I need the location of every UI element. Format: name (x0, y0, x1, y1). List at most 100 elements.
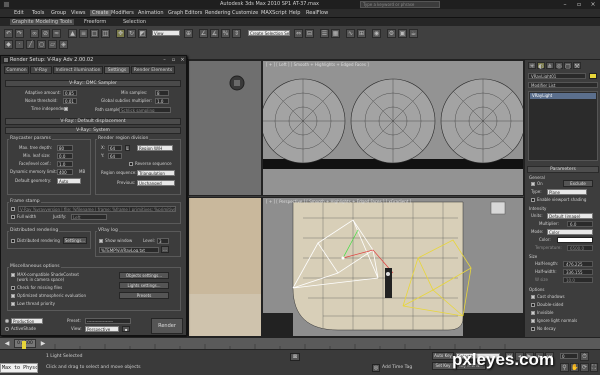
modify-tab-icon[interactable]: ◐ (537, 62, 545, 70)
menu-rendering[interactable]: Rendering (205, 10, 231, 16)
distributed-settings-button[interactable]: Settings... (63, 237, 87, 244)
objects-settings-button[interactable]: Objects settings... (119, 272, 169, 279)
reverse-sequence-checkbox[interactable] (129, 162, 133, 166)
pivot-center-icon[interactable]: ⊕ (184, 29, 193, 38)
angle-snap-icon[interactable]: ∡ (210, 29, 219, 38)
menu-graph-editors[interactable]: Graph Editors (168, 10, 202, 16)
material-editor-icon[interactable]: ◉ (372, 29, 381, 38)
redo-icon[interactable]: ↷ (15, 29, 24, 38)
menu-views[interactable]: Views (71, 10, 85, 16)
lock-selection-icon[interactable]: ⊠ (290, 353, 300, 361)
dialog-close-icon[interactable]: × (179, 57, 186, 63)
layer-manager-icon[interactable]: ☰ (320, 29, 329, 38)
enable-viewport-shading-checkbox[interactable] (531, 198, 535, 202)
y-input[interactable]: 64 (108, 153, 122, 159)
time-independent-checkbox[interactable] (64, 107, 68, 111)
menu-create[interactable]: Create (90, 10, 111, 16)
snap-toggle-icon[interactable]: ∠ (199, 29, 208, 38)
global-subdivs-input[interactable]: 1,0 (155, 98, 169, 104)
schematic-view-icon[interactable]: ⊞ (357, 29, 366, 38)
lights-settings-button[interactable]: Lights settings... (119, 282, 169, 289)
previous-dropdown[interactable]: Unchanged (137, 180, 175, 186)
max-compatible-checkbox[interactable] (11, 273, 15, 277)
render-button[interactable]: Render (151, 318, 183, 334)
window-crossing-icon[interactable]: ◫ (101, 29, 110, 38)
system-rollout[interactable]: V-Ray:: System (5, 127, 181, 134)
object-name-field[interactable]: VRayLight01 (528, 73, 586, 79)
spinner-snap-icon[interactable]: ⇕ (232, 29, 241, 38)
activeshade-radio[interactable] (5, 327, 9, 331)
polygon-modeling-icon[interactable]: ◆ (4, 40, 13, 49)
invisible-checkbox[interactable] (531, 311, 535, 315)
time-tag-icon[interactable]: ◎ (372, 364, 380, 372)
menu-group[interactable]: Group (51, 10, 66, 16)
preset-dropdown[interactable]: ------------------ (85, 318, 131, 324)
viewport-left[interactable]: [ + ] [ Left ] [ Smooth + Highlights + E… (262, 60, 524, 196)
undo-icon[interactable]: ↶ (4, 29, 13, 38)
region-sequence-dropdown[interactable]: Triangulation (137, 170, 175, 176)
region-wh-dropdown[interactable]: Region W/H (137, 145, 173, 151)
polygon-mode-icon[interactable]: ▱ (48, 40, 57, 49)
select-and-rotate-icon[interactable]: ↻ (127, 29, 136, 38)
menu-tools[interactable]: Tools (32, 10, 44, 16)
modifier-list-dropdown[interactable]: Modifier List (528, 82, 598, 88)
maxscript-listener[interactable]: Max to Physc (0, 363, 38, 373)
min-leaf-size-input[interactable]: 0,0 (57, 153, 73, 159)
utilities-tab-icon[interactable]: ⚒ (573, 62, 581, 70)
app-logo-icon[interactable] (3, 1, 10, 8)
add-time-tag[interactable]: Add Time Tag (382, 365, 412, 370)
region-lock-button[interactable]: L (125, 145, 130, 151)
vertex-mode-icon[interactable]: · (15, 40, 24, 49)
tab-graphite-modeling-tools[interactable]: Graphite Modeling Tools (10, 19, 75, 25)
dmc-sampler-rollout[interactable]: V-Ray:: DMC Sampler (5, 80, 181, 87)
tab-render-elements[interactable]: Render Elements (131, 66, 175, 74)
select-object-icon[interactable]: ▲ (68, 29, 77, 38)
full-width-checkbox[interactable] (11, 215, 15, 219)
named-selection-sets-input[interactable]: Create Selection Se (248, 30, 290, 36)
orbit-icon[interactable]: ⟳ (580, 363, 589, 372)
view-dropdown[interactable]: Perspective (85, 326, 119, 332)
cast-shadows-checkbox[interactable] (531, 295, 535, 299)
production-dropdown[interactable]: Production (11, 318, 43, 324)
viewport-top[interactable] (188, 60, 262, 196)
face-level-coef-input[interactable]: 1,0 (57, 161, 73, 167)
maximize-viewport-icon[interactable]: ⛶ (590, 363, 598, 372)
tab-vray[interactable]: V-Ray (30, 66, 52, 74)
frame-stamp-checkbox[interactable] (11, 207, 15, 211)
units-dropdown[interactable]: Default (image) (547, 213, 593, 219)
dialog-maximize-icon[interactable]: ▫ (170, 57, 177, 63)
lock-view-icon[interactable]: ▪ (122, 326, 130, 332)
color-swatch[interactable] (557, 237, 593, 243)
tab-freeform[interactable]: Freeform (84, 19, 106, 25)
percent-snap-icon[interactable]: % (221, 29, 230, 38)
exclude-button[interactable]: Exclude (563, 180, 593, 187)
min-samples-input[interactable]: 8 (155, 90, 169, 96)
auto-key-button[interactable]: Auto Key (432, 352, 454, 360)
current-frame-input[interactable]: 0 (560, 353, 578, 359)
viewport-left-label[interactable]: [ + ] [ Left ] [ Smooth + Highlights + E… (266, 62, 369, 67)
select-by-name-icon[interactable]: ≡ (79, 29, 88, 38)
unlink-icon[interactable]: ⊘ (41, 29, 50, 38)
hierarchy-tab-icon[interactable]: ⋔ (546, 62, 554, 70)
log-browse-button[interactable]: … (161, 246, 169, 253)
adaptive-amount-input[interactable]: 0,85 (63, 90, 77, 96)
set-key-button[interactable]: Set Key (432, 362, 454, 370)
parameters-rollout[interactable]: Parameters (527, 166, 599, 173)
select-and-move-icon[interactable]: ✥ (116, 29, 125, 38)
show-window-checkbox[interactable] (99, 239, 103, 243)
dialog-title[interactable]: Render Setup: V-Ray Adv 2.00.02 (1, 56, 186, 64)
display-tab-icon[interactable]: ▢ (564, 62, 572, 70)
menu-customize[interactable]: Customize (232, 10, 258, 16)
viewport-perspective[interactable]: [ + ] [ Perspective ] [ Smooth + Highlig… (262, 197, 524, 337)
rectangular-selection-icon[interactable]: □ (90, 29, 99, 38)
time-slider[interactable]: ◀ 0 / 100 ▶ (0, 337, 600, 350)
max-tree-depth-input[interactable]: 80 (57, 145, 73, 151)
menu-help[interactable]: Help (289, 10, 300, 16)
ignore-light-normals-checkbox[interactable] (531, 319, 535, 323)
check-missing-files-checkbox[interactable] (11, 286, 15, 290)
noise-threshold-input[interactable]: 0,01 (63, 98, 77, 104)
zoom-icon[interactable]: ⚲ (560, 363, 569, 372)
menu-realflow[interactable]: RealFlow (306, 10, 328, 16)
tab-indirect-illumination[interactable]: Indirect illumination (53, 66, 103, 74)
link-icon[interactable]: ∞ (30, 29, 39, 38)
